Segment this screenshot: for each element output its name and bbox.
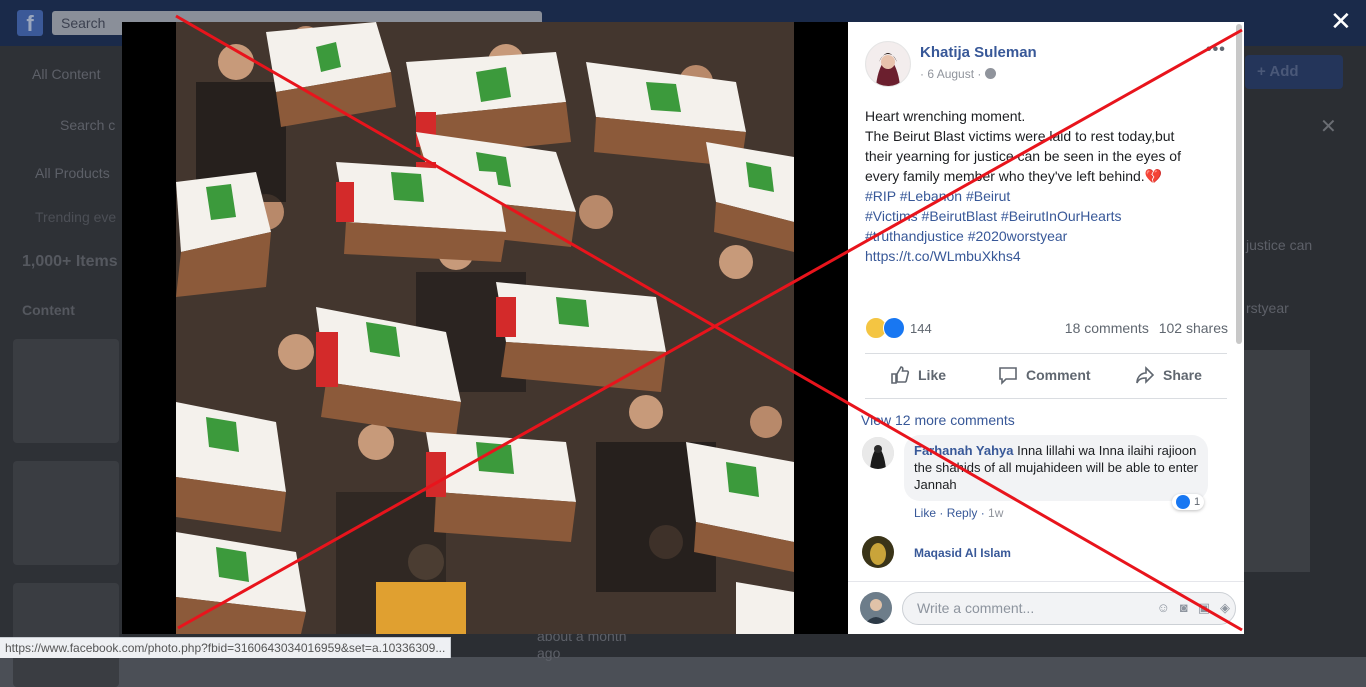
share-icon <box>1136 366 1155 384</box>
more-options-icon[interactable]: ••• <box>1206 41 1226 59</box>
share-button[interactable]: Share <box>1135 365 1202 385</box>
current-user-avatar-image <box>860 592 892 624</box>
bg-search-content: Search c <box>60 117 116 133</box>
post-panel: Khatija Suleman · 6 August · ••• Heart w… <box>848 22 1244 634</box>
panel-scrollbar[interactable] <box>1236 24 1242 344</box>
camera-icon[interactable]: ◙ <box>1180 600 1188 616</box>
bg-right-fragment: rstyear <box>1246 300 1289 316</box>
globe-icon <box>984 68 996 79</box>
avatar-image <box>866 42 910 86</box>
post-date[interactable]: 6 August <box>927 67 974 81</box>
post-meta: · 6 August · <box>920 67 996 81</box>
commenter-avatar-image <box>862 437 894 469</box>
post-text: Heart wrenching moment. The Beirut Blast… <box>865 106 1225 266</box>
thumbs-up-icon <box>891 366 910 384</box>
author-avatar[interactable] <box>865 41 911 87</box>
hashtag-line[interactable]: #RIP #Lebanon #Beirut <box>865 186 1225 206</box>
commenter-avatar-image <box>862 536 894 568</box>
comment-like-badge[interactable]: 1 <box>1172 494 1205 510</box>
divider <box>865 353 1227 354</box>
bg-content-heading: Content <box>22 302 75 318</box>
bg-close-icon: ✕ <box>1320 116 1337 138</box>
comment-bubble: Farhanah Yahya Inna lillahi wa Inna ilai… <box>904 435 1208 501</box>
gif-icon[interactable]: ▣ <box>1198 600 1210 616</box>
comment-composer: Write a comment... ☺ ◙ ▣ ◈ <box>848 581 1244 634</box>
reaction-count: 144 <box>910 321 932 336</box>
hashtag-line[interactable]: #Victims #BeirutBlast #BeirutInOurHearts <box>865 206 1225 226</box>
bg-items-count: 1,000+ Items <box>22 253 118 270</box>
commenter-avatar[interactable] <box>862 536 894 568</box>
bg-thumbnail <box>13 339 119 443</box>
bg-thumbnail <box>13 461 119 565</box>
bg-right-fragment: justice can <box>1246 237 1313 253</box>
hashtag-line[interactable]: #truthandjustice #2020worstyear <box>865 226 1225 246</box>
share-label: Share <box>1163 367 1202 383</box>
bg-all-content: All Content <box>32 66 101 82</box>
like-reaction-icon <box>883 317 905 339</box>
post-line: Heart wrenching moment. <box>865 108 1026 124</box>
comment-button[interactable]: Comment <box>998 365 1091 385</box>
composer-icons: ☺ ◙ ▣ ◈ <box>1157 600 1230 616</box>
commenter-avatar[interactable] <box>862 437 894 469</box>
shares-count[interactable]: 102 shares <box>1159 320 1228 336</box>
comment-time[interactable]: 1w <box>988 506 1003 520</box>
commenter-name[interactable]: Farhanah Yahya <box>914 443 1013 458</box>
post-line: their yearning for justice can be seen i… <box>865 148 1181 164</box>
like-label: Like <box>918 367 947 383</box>
like-button[interactable]: Like <box>890 365 946 385</box>
funeral-photo[interactable] <box>176 22 794 634</box>
bg-trending: Trending eve <box>35 209 117 225</box>
post-url-link[interactable]: https://t.co/WLmbuXkhs4 <box>865 246 1225 266</box>
divider <box>865 398 1227 399</box>
comment-icon <box>999 367 1017 385</box>
engagement-counts: 18 comments 102 shares <box>1059 320 1228 336</box>
bg-add-button: + Add <box>1245 55 1343 89</box>
sticker-icon[interactable]: ◈ <box>1220 600 1230 616</box>
commenter-name[interactable]: Maqasid Al Islam <box>914 546 1011 560</box>
author-name[interactable]: Khatija Suleman <box>920 44 1037 61</box>
bg-bottom-fragment: ago <box>537 645 561 661</box>
post-line: The Beirut Blast victims were laid to re… <box>865 128 1175 144</box>
comment-actions: Like · Reply · 1w <box>914 506 1004 520</box>
comments-count[interactable]: 18 comments <box>1065 320 1149 336</box>
post-line: every family member who they've left beh… <box>865 168 1163 184</box>
bg-all-products: All Products <box>35 165 110 181</box>
funeral-photo-image <box>176 22 794 634</box>
view-more-comments-link[interactable]: View 12 more comments <box>861 412 1015 428</box>
facebook-logo-icon: f <box>17 10 43 36</box>
current-user-avatar <box>860 592 892 624</box>
comment-like-count: 1 <box>1194 496 1201 508</box>
close-icon[interactable]: ✕ <box>1330 6 1352 36</box>
bg-thumbnail <box>13 583 119 687</box>
comment-label: Comment <box>1026 367 1091 383</box>
like-reaction-icon <box>1176 495 1190 509</box>
comment-like-link[interactable]: Like <box>914 506 936 520</box>
emoji-icon[interactable]: ☺ <box>1157 600 1170 616</box>
status-url-bar: https://www.facebook.com/photo.php?fbid=… <box>0 637 452 658</box>
comment-reply-link[interactable]: Reply <box>947 506 978 520</box>
bg-right-image <box>1244 350 1310 572</box>
